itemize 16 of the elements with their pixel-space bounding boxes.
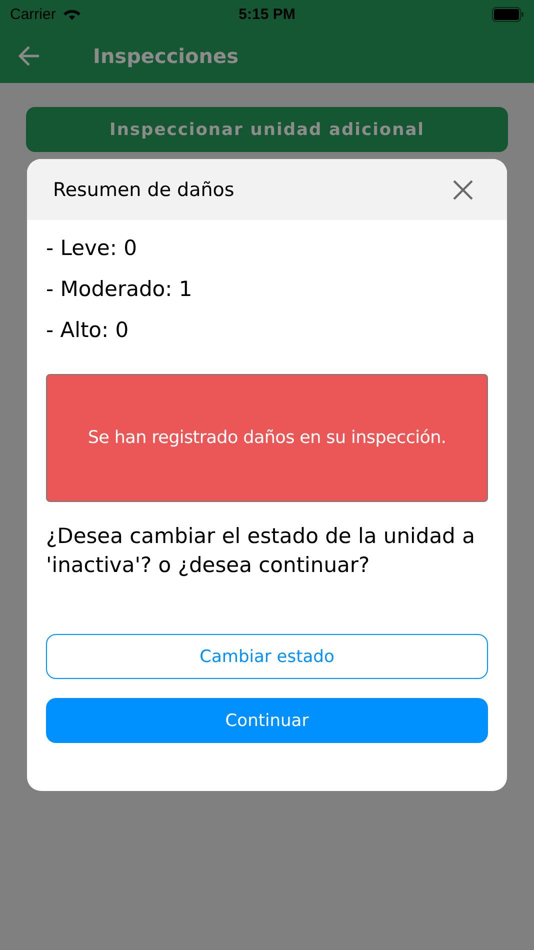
inspect-additional-button[interactable]: Inspeccionar unidad adicional bbox=[26, 107, 508, 152]
damage-count: - Moderado: 1 bbox=[46, 276, 194, 303]
continue-button[interactable]: Continuar bbox=[46, 698, 488, 743]
question-text: ¿Desea cambiar el estado de la unidad a 'inactiva'? o ¿desea continuar? bbox=[46, 523, 476, 579]
change-status-button[interactable]: Cambiar estado bbox=[46, 634, 488, 679]
clock: 5:15 PM bbox=[238, 6, 296, 22]
damage-count: - Alto: 0 bbox=[46, 317, 130, 344]
back-arrow-icon[interactable] bbox=[17, 44, 41, 66]
close-icon[interactable] bbox=[452, 178, 474, 200]
battery-icon bbox=[492, 6, 524, 22]
carrier-label: Carrier bbox=[10, 6, 56, 22]
damage-alert: Se han registrado daños en su inspección. bbox=[46, 374, 488, 502]
wifi-icon bbox=[62, 7, 82, 21]
screen-title: Inspecciones bbox=[93, 44, 238, 68]
damage-count: - Leve: 0 bbox=[46, 235, 138, 262]
dialog-title: Resumen de daños bbox=[53, 178, 234, 200]
